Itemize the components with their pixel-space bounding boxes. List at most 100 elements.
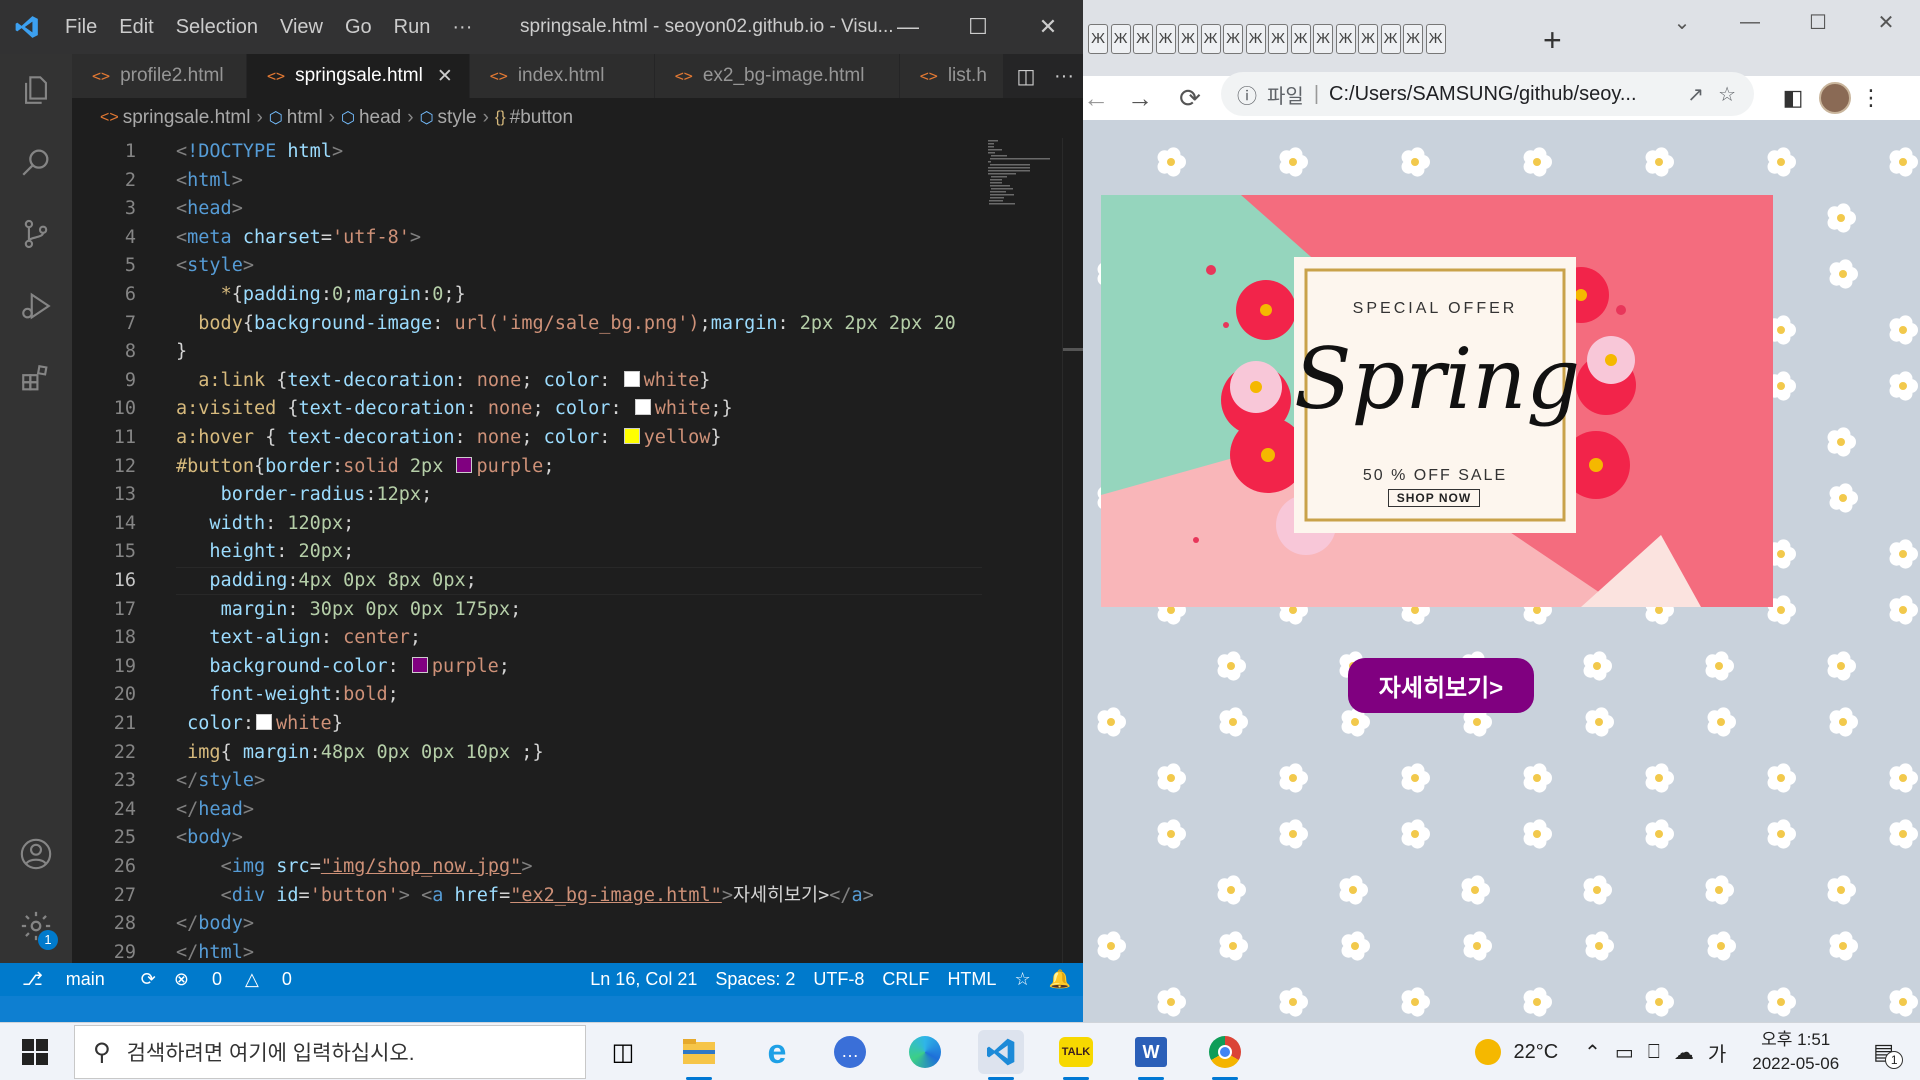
split-editor-icon[interactable]: ◫ (1007, 64, 1045, 89)
tab-favicon-icon[interactable]: Ж (1290, 24, 1311, 54)
bookmark-star-icon[interactable]: ☆ (1718, 82, 1736, 107)
clock[interactable]: 오후 1:51 2022-05-06 (1752, 1028, 1839, 1076)
address-text[interactable]: C:/Users/SAMSUNG/github/seoy... (1329, 83, 1637, 106)
messenger-icon[interactable]: … (827, 1030, 873, 1074)
word-icon[interactable]: W (1128, 1030, 1174, 1080)
kakaotalk-icon[interactable]: TALK (1053, 1030, 1099, 1080)
cursor-position[interactable]: Ln 16, Col 21 (590, 969, 697, 990)
tab-favicon-icon[interactable]: Ж (1200, 24, 1221, 54)
settings-gear-icon[interactable]: 1 (0, 890, 72, 962)
flower-pattern-icon (1523, 763, 1552, 793)
more-actions-icon[interactable]: ··· (1045, 65, 1083, 88)
notification-center-icon[interactable]: ▤ 1 (1873, 1039, 1904, 1069)
breadcrumb-head[interactable]: head (359, 107, 401, 129)
tab-favicon-icon[interactable]: Ж (1380, 24, 1401, 54)
language-mode[interactable]: HTML (947, 969, 996, 990)
flower-pattern-icon (1217, 875, 1246, 905)
chrome-taskbar-icon[interactable] (1202, 1030, 1248, 1080)
vscode-taskbar-icon[interactable] (978, 1030, 1024, 1080)
tab-favicon-icon[interactable]: Ж (1358, 24, 1378, 54)
taskbar-search[interactable]: ⚲ 검색하려면 여기에 입력하십시오. (74, 1025, 586, 1079)
tab-favicon-icon[interactable]: Ж (1425, 24, 1446, 54)
info-icon[interactable]: ⓘ (1237, 80, 1257, 109)
address-bar[interactable]: ⓘ 파일 | C:/Users/SAMSUNG/github/seoy... ↗… (1221, 72, 1754, 116)
account-icon[interactable] (0, 818, 72, 890)
breadcrumb-style[interactable]: style (438, 107, 477, 129)
chrome-menu-icon[interactable]: ⋮ (1851, 85, 1891, 111)
file-explorer-icon[interactable] (676, 1030, 722, 1080)
reload-icon[interactable]: ⟳ (1165, 83, 1215, 114)
battery-icon[interactable]: ▭ (1615, 1040, 1634, 1065)
tab-search-icon[interactable]: ⌄ (1648, 0, 1716, 44)
vscode-logo-icon[interactable] (0, 0, 54, 54)
tab-favicon-icon[interactable]: Ж (1223, 24, 1243, 54)
minimap[interactable] (982, 138, 1062, 963)
windows-start-icon[interactable] (22, 1039, 48, 1070)
side-panel-icon[interactable]: ◧ (1773, 85, 1813, 111)
tab-favicon-icon[interactable]: Ж (1245, 24, 1266, 54)
temperature[interactable]: 22°C (1513, 1041, 1558, 1064)
menu-run[interactable]: Run (383, 16, 442, 39)
tab-close-icon[interactable]: ✕ (437, 65, 453, 88)
end-of-line[interactable]: CRLF (882, 969, 929, 990)
tab-profile2[interactable]: <> profile2.html (72, 54, 247, 98)
internet-explorer-icon[interactable]: e (754, 1030, 800, 1074)
indentation[interactable]: Spaces: 2 (715, 969, 795, 990)
tab-favicon-icon[interactable]: Ж (1178, 24, 1198, 54)
maximize-icon[interactable]: ☐ (943, 0, 1013, 54)
tab-list[interactable]: <> list.h (899, 54, 1004, 98)
menu-file[interactable]: File (54, 16, 108, 39)
menu-selection[interactable]: Selection (165, 16, 269, 39)
minimize-icon[interactable]: — (1716, 0, 1784, 44)
back-icon[interactable]: ← (1083, 83, 1109, 114)
close-icon[interactable]: ✕ (1852, 0, 1920, 44)
explorer-icon[interactable] (0, 54, 72, 126)
code-editor[interactable]: 1 <!DOCTYPE html> 2 <html> 3 <head> 4 <meta … (72, 138, 982, 963)
tab-favicon-icon[interactable]: Ж (1313, 24, 1333, 54)
edge-icon[interactable] (902, 1030, 948, 1074)
extensions-icon[interactable] (0, 342, 72, 414)
avatar[interactable] (1819, 82, 1851, 114)
tab-favicon-icon[interactable]: Ж (1133, 24, 1153, 54)
breadcrumb-html[interactable]: html (287, 107, 323, 129)
menu-edit[interactable]: Edit (108, 16, 164, 39)
breadcrumb-file[interactable]: springsale.html (123, 107, 251, 129)
tab-favicon-icon[interactable]: Ж (1155, 24, 1176, 54)
encoding[interactable]: UTF-8 (813, 969, 864, 990)
weather-sun-icon[interactable] (1475, 1039, 1502, 1065)
run-debug-icon[interactable] (0, 270, 72, 342)
tab-favicon-icon[interactable]: Ж (1335, 24, 1356, 54)
menu-view[interactable]: View (269, 16, 334, 39)
tab-favicon-icon[interactable]: Ж (1403, 24, 1423, 54)
share-icon[interactable]: ↗ (1687, 82, 1704, 107)
new-tab-icon[interactable]: + (1543, 22, 1562, 59)
tab-favicon-icon[interactable]: Ж (1268, 24, 1288, 54)
menu-go[interactable]: Go (334, 16, 383, 39)
menu-more[interactable]: ··· (441, 16, 483, 39)
tab-springsale[interactable]: <> springsale.html ✕ (247, 54, 470, 98)
notifications-bell-icon[interactable]: 🔔 (1049, 969, 1071, 990)
forward-icon[interactable]: → (1115, 83, 1165, 114)
ime-indicator[interactable]: 가 (1708, 1038, 1726, 1067)
details-button[interactable]: 자세히보기> (1348, 658, 1534, 713)
breadcrumb-button[interactable]: #button (510, 107, 573, 129)
tab-ex2-bg-image[interactable]: <> ex2_bg-image.html (654, 54, 900, 98)
html-file-icon: <> (267, 67, 286, 85)
problems-item[interactable]: ⊗ 0 △ 0 (174, 969, 310, 990)
tab-favicon-icon[interactable]: Ж (1088, 24, 1108, 54)
minimize-icon[interactable]: — (873, 0, 943, 54)
task-view-icon[interactable]: ◫ (600, 1030, 646, 1074)
branch-item[interactable]: ⎇ main (22, 969, 123, 990)
cloud-icon[interactable]: ☁ (1674, 1040, 1694, 1065)
source-control-icon[interactable] (0, 198, 72, 270)
sync-icon[interactable]: ⟳ (141, 969, 156, 990)
tab-index[interactable]: <> index.html (469, 54, 655, 98)
close-icon[interactable]: ✕ (1013, 0, 1083, 54)
maximize-icon[interactable]: ☐ (1784, 0, 1852, 44)
chevron-up-icon[interactable]: ⌃ (1584, 1040, 1601, 1065)
network-icon[interactable]: ⎕ (1648, 1041, 1660, 1064)
tab-favicon-icon[interactable]: Ж (1110, 24, 1131, 54)
search-icon[interactable] (0, 126, 72, 198)
editor-scrollbar[interactable] (1062, 138, 1083, 963)
feedback-icon[interactable]: ☆ (1014, 969, 1030, 990)
